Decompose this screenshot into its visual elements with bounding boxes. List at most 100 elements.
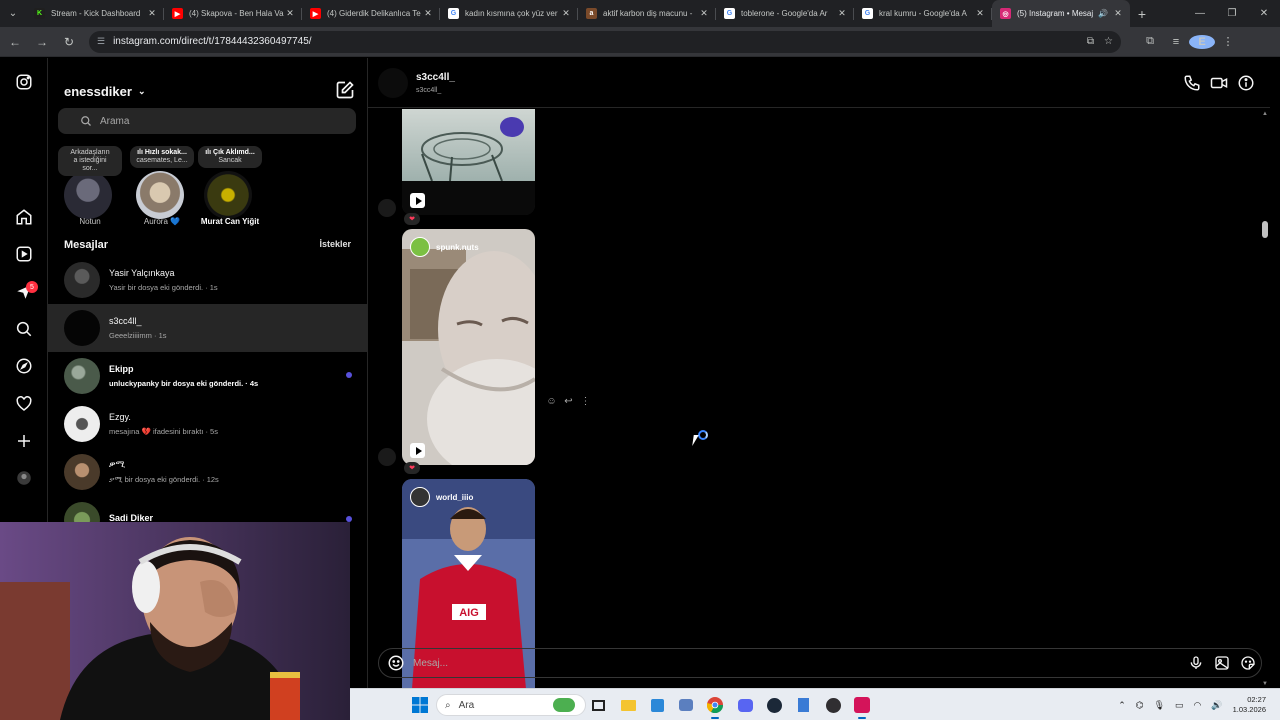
- bookmark-star-icon[interactable]: ☆: [1104, 36, 1113, 47]
- browser-tab[interactable]: Gkadın kısmına çok yüz ver ✕: [440, 0, 578, 27]
- clock-time: 02:27: [1247, 695, 1266, 704]
- shared-reel[interactable]: spunk.nuts: [402, 229, 535, 465]
- reels-icon[interactable]: [14, 244, 34, 264]
- tab-close-icon[interactable]: ✕: [698, 8, 710, 19]
- search-icon[interactable]: [14, 319, 34, 339]
- forward-icon[interactable]: →: [30, 30, 54, 54]
- new-tab-button[interactable]: +: [1130, 6, 1154, 22]
- thread-item-selected[interactable]: s3cc4ll_ Geeelziiiimm · 1s: [48, 304, 367, 352]
- task-view-icon[interactable]: [588, 695, 608, 715]
- message-input[interactable]: Mesaj...: [413, 658, 1183, 669]
- account-switcher[interactable]: enessdiker ⌄: [64, 84, 145, 99]
- back-icon[interactable]: ←: [3, 30, 27, 54]
- tray-chevron-icon[interactable]: ⌃: [1118, 700, 1126, 711]
- search-input[interactable]: Arama: [58, 108, 356, 134]
- instagram-logo-icon[interactable]: [14, 72, 34, 92]
- tab-search-chevron-icon[interactable]: ⌄: [0, 0, 26, 27]
- profile-avatar[interactable]: E: [1189, 34, 1215, 49]
- chrome-icon[interactable]: [705, 695, 725, 719]
- browser-tab[interactable]: a aktif karbon diş macunu - ✕: [578, 0, 716, 27]
- create-plus-icon[interactable]: [14, 431, 34, 451]
- restore-icon[interactable]: ❐: [1216, 0, 1248, 27]
- obs-icon[interactable]: [823, 695, 843, 715]
- app-icon[interactable]: [676, 695, 696, 715]
- thread-item[interactable]: ቃሚ ቃሚ bir dosya eki gönderdi. · 12s: [48, 448, 367, 496]
- scrollbar[interactable]: ▲ ▼: [1260, 109, 1270, 689]
- tab-close-icon[interactable]: ✕: [836, 8, 848, 19]
- thread-preview: mesajına 💔 ifadesini bıraktı · 5s: [109, 427, 218, 436]
- thread-item[interactable]: Yasir Yalçınkaya Yasir bir dosya eki gönd…: [48, 256, 367, 304]
- profile-icon[interactable]: [14, 468, 34, 488]
- site-info-icon[interactable]: ☰: [97, 36, 105, 47]
- browser-tab-active[interactable]: ◎ (5) Instagram • Mesaj 🔊 ✕: [992, 0, 1130, 27]
- minimize-icon[interactable]: —: [1184, 0, 1216, 27]
- tab-favicon-icon: K: [34, 8, 45, 19]
- tab-title: kadın kısmına çok yüz ver: [465, 9, 558, 18]
- scroll-down-icon[interactable]: ▼: [1262, 681, 1268, 687]
- display-icon[interactable]: ▭: [1175, 700, 1184, 711]
- browser-tab[interactable]: ▶ (4) Skapova - Ben Hala Va ✕: [164, 0, 302, 27]
- messages-heading: Mesajlar: [64, 239, 109, 251]
- scroll-up-icon[interactable]: ▲: [1262, 111, 1268, 117]
- webcam-image: [0, 522, 350, 720]
- microphone-icon[interactable]: [1183, 654, 1209, 672]
- file-explorer-icon[interactable]: [618, 695, 638, 715]
- notifications-heart-icon[interactable]: [14, 394, 34, 414]
- extensions-icon[interactable]: ⧉: [1137, 35, 1163, 48]
- network-icon[interactable]: ⌬: [1136, 700, 1144, 711]
- shared-reel[interactable]: [402, 109, 535, 215]
- react-emoji-icon[interactable]: ☺: [543, 396, 560, 407]
- requests-link[interactable]: İstekler: [319, 239, 351, 249]
- reply-icon[interactable]: ↩: [560, 396, 577, 407]
- wifi-icon[interactable]: ◠: [1194, 700, 1202, 711]
- clock[interactable]: 02:27 1.03.2026: [1233, 695, 1266, 715]
- tab-close-icon[interactable]: ✕: [146, 8, 158, 19]
- thread-item[interactable]: Ekipp unluckypanky bir dosya eki gönderdi…: [48, 352, 367, 400]
- thread-preview: Geeelziiiimm · 1s: [109, 331, 167, 340]
- tab-audio-icon[interactable]: 🔊: [1098, 9, 1108, 18]
- message-composer[interactable]: Mesaj...: [378, 648, 1262, 678]
- emoji-icon[interactable]: [387, 654, 405, 672]
- browser-tab[interactable]: ▶ (4) Giderdik Delikanlıca Te ✕: [302, 0, 440, 27]
- taskbar-search[interactable]: ⌕ Ara: [436, 694, 586, 716]
- notes-row: Arkadaşların a istediğini sor... Notun ı…: [58, 146, 358, 236]
- scrollbar-thumb[interactable]: [1262, 221, 1268, 238]
- store-icon[interactable]: [647, 695, 667, 715]
- thread-item[interactable]: Ezgy. mesajına 💔 ifadesini bıraktı · 5s: [48, 400, 367, 448]
- sticker-icon[interactable]: [1235, 654, 1261, 672]
- tab-close-icon[interactable]: ✕: [1112, 8, 1124, 19]
- chrome-menu-icon[interactable]: ⋮: [1215, 35, 1241, 48]
- close-window-icon[interactable]: ✕: [1248, 0, 1280, 27]
- tab-close-icon[interactable]: ✕: [284, 8, 296, 19]
- app-icon-red[interactable]: [852, 695, 872, 719]
- reload-icon[interactable]: ↻: [57, 30, 81, 54]
- avatar[interactable]: [378, 68, 408, 98]
- steam-icon[interactable]: [764, 695, 784, 715]
- browser-tab[interactable]: K Stream - Kick Dashboard ✕: [26, 0, 164, 27]
- volume-icon[interactable]: 🔊: [1211, 700, 1222, 711]
- start-menu-icon[interactable]: [410, 695, 430, 715]
- install-app-icon[interactable]: ⧉: [1087, 36, 1094, 47]
- heart-reaction[interactable]: ❤: [404, 462, 420, 474]
- info-icon[interactable]: [1237, 74, 1255, 92]
- tab-close-icon[interactable]: ✕: [422, 8, 434, 19]
- tab-close-icon[interactable]: ✕: [560, 8, 572, 19]
- media-controls-icon[interactable]: ≡: [1163, 36, 1189, 48]
- conversation-name[interactable]: s3cc4ll_: [416, 72, 455, 83]
- home-icon[interactable]: [14, 207, 34, 227]
- reel-image: [421, 117, 524, 182]
- address-bar[interactable]: ☰ instagram.com/direct/t/178444323604977…: [89, 30, 1121, 53]
- mic-icon[interactable]: 🎙: [1154, 700, 1165, 711]
- tab-close-icon[interactable]: ✕: [974, 8, 986, 19]
- explore-icon[interactable]: [14, 356, 34, 376]
- more-options-icon[interactable]: ⋮: [577, 396, 594, 407]
- new-message-icon[interactable]: [335, 80, 355, 100]
- gallery-icon[interactable]: [1209, 654, 1235, 672]
- phone-call-icon[interactable]: [1183, 74, 1201, 92]
- browser-tab[interactable]: Gtoblerone - Google'da Ar ✕: [716, 0, 854, 27]
- video-call-icon[interactable]: [1210, 74, 1228, 92]
- browser-tab[interactable]: Gkral kumru - Google'da A ✕: [854, 0, 992, 27]
- heart-reaction[interactable]: ❤: [404, 213, 420, 225]
- discord-icon[interactable]: [735, 695, 755, 715]
- notes-app-icon[interactable]: [793, 695, 813, 715]
